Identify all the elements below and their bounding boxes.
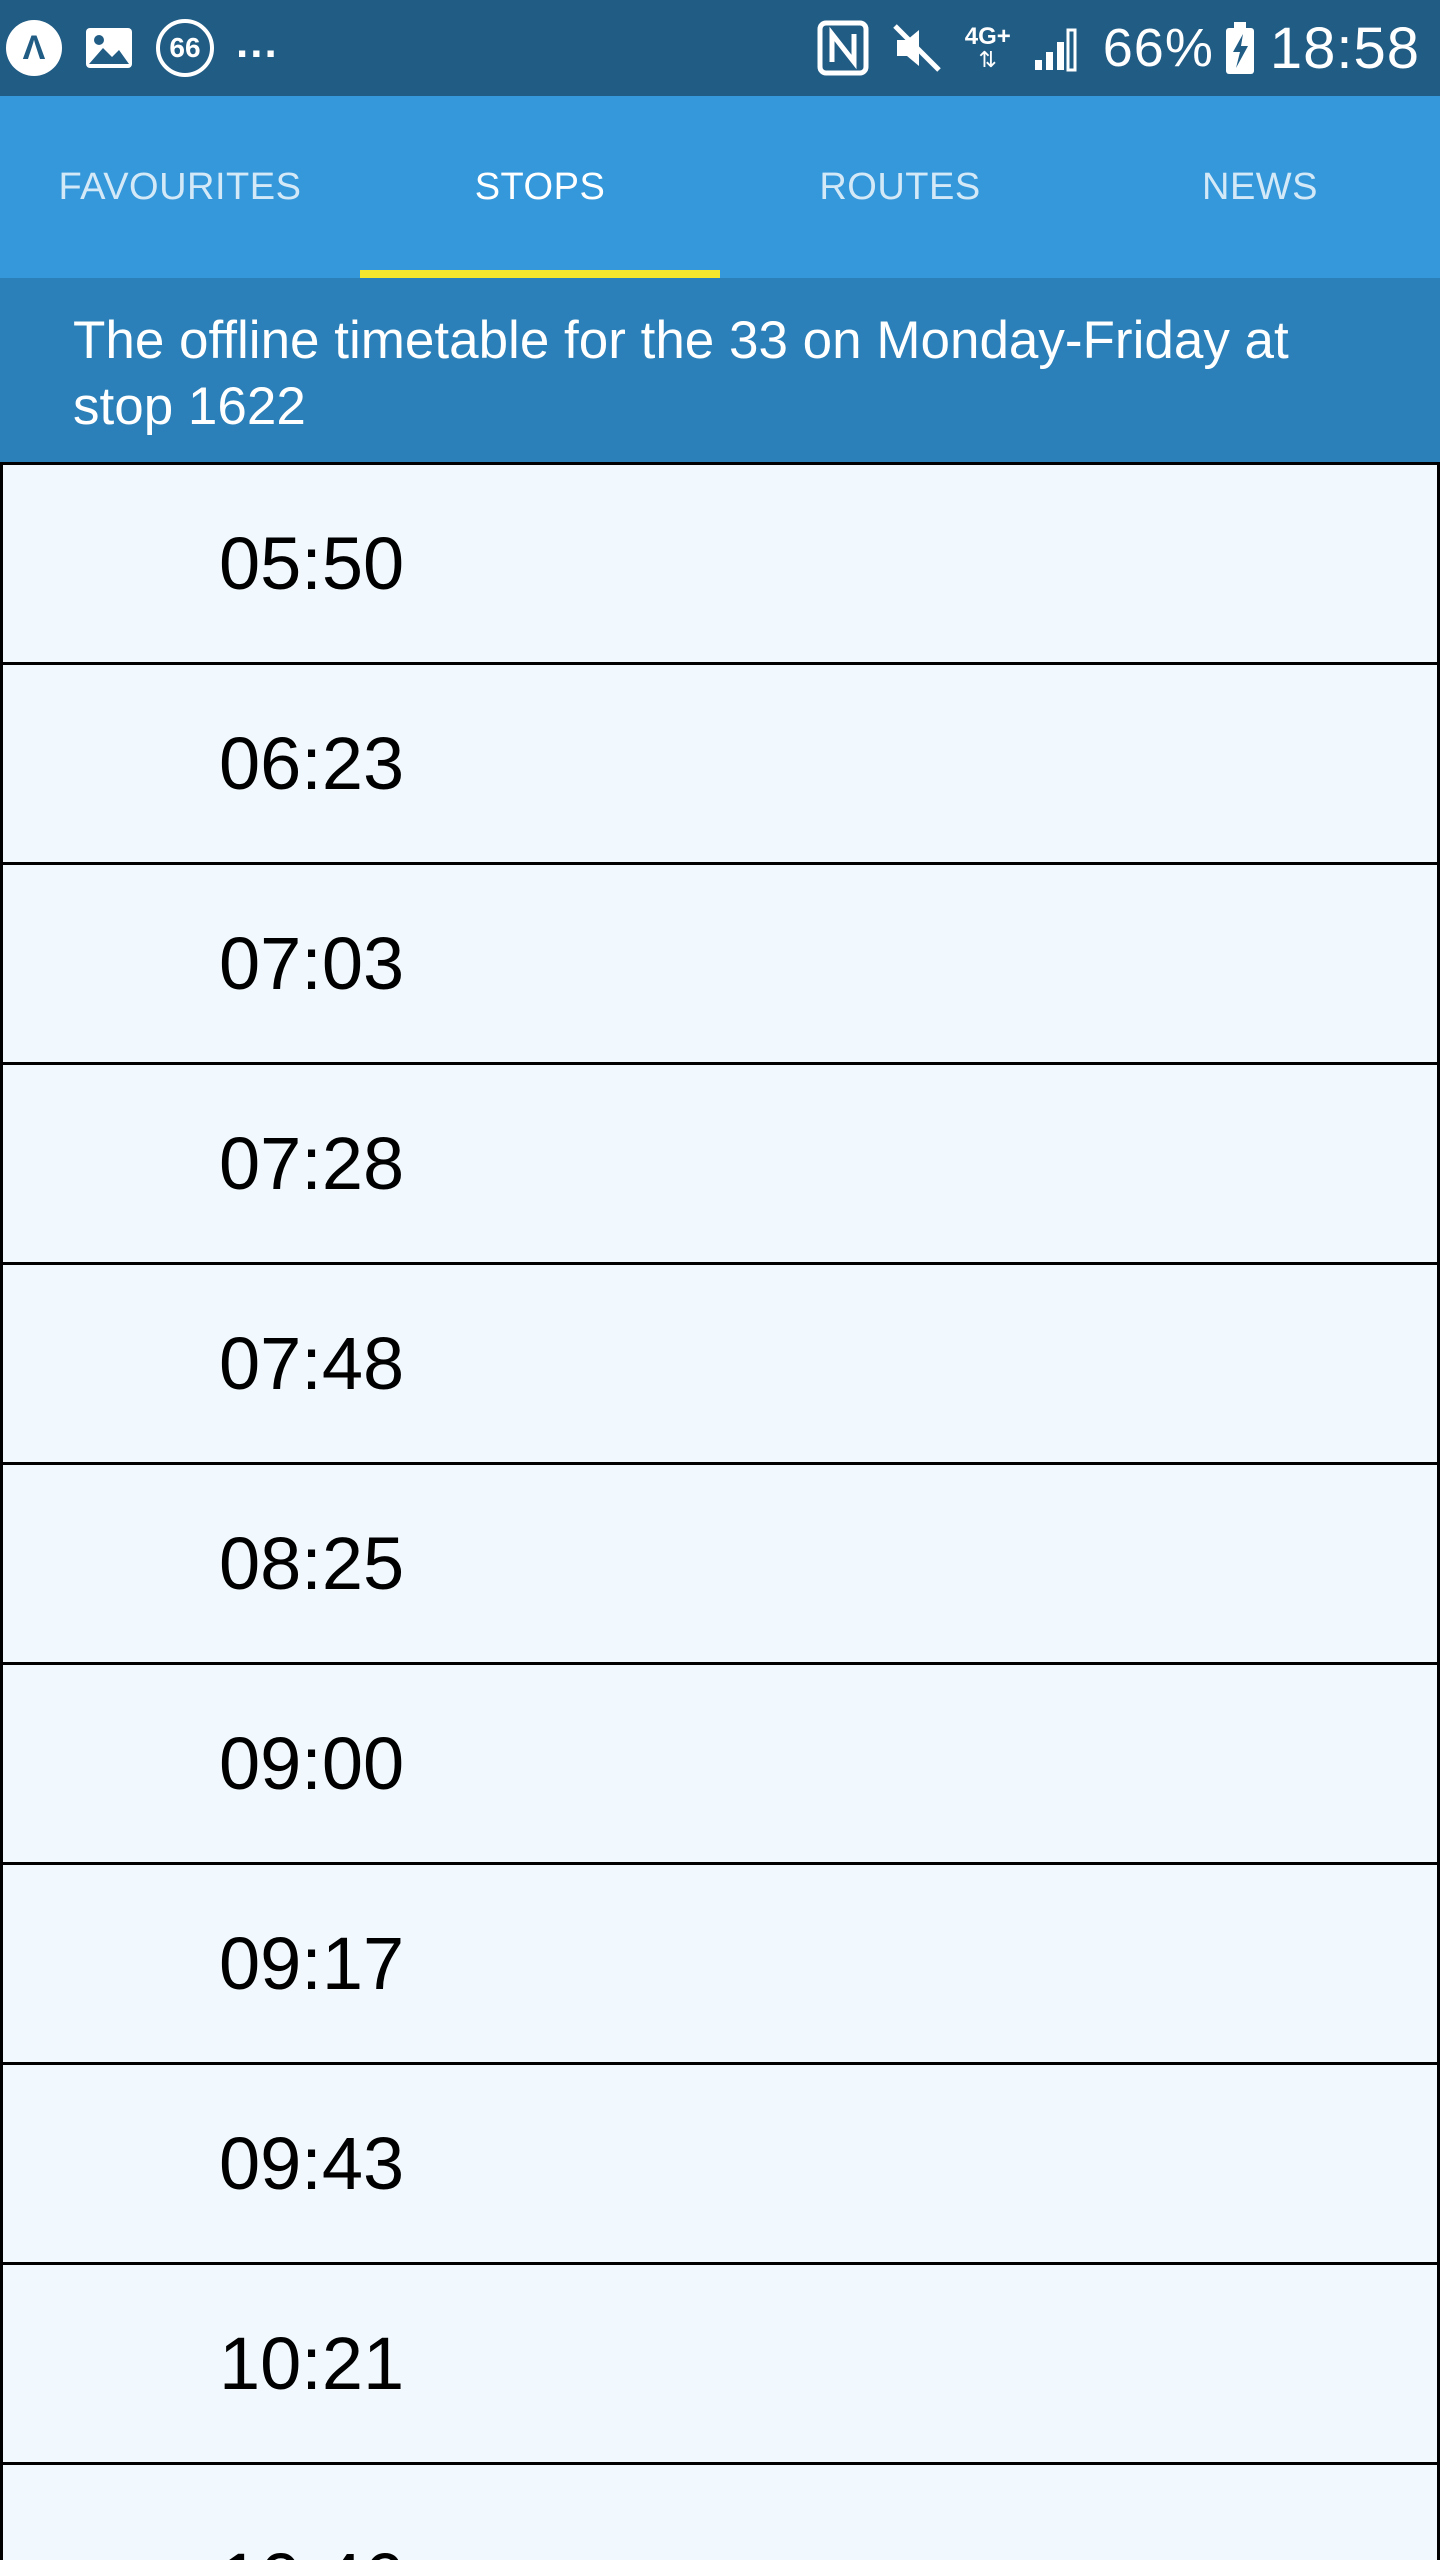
gallery-icon xyxy=(86,28,132,68)
app-logo-icon: Λ xyxy=(6,20,62,76)
signal-icon xyxy=(1034,28,1077,72)
tab-label: ROUTES xyxy=(819,165,981,208)
tab-news[interactable]: NEWS xyxy=(1080,96,1440,278)
active-tab-indicator xyxy=(360,270,720,278)
departure-time: 10:21 xyxy=(219,2322,405,2405)
timetable-title: The offline timetable for the 33 on Mond… xyxy=(73,311,1289,436)
tab-routes[interactable]: ROUTES xyxy=(720,96,1080,278)
more-notifications: ... xyxy=(236,18,279,67)
status-bar: Λ 66 ... 4G+ ⇅ 66% 18:58 xyxy=(0,0,1440,96)
tab-stops[interactable]: STOPS xyxy=(360,96,720,278)
departure-time: 05:50 xyxy=(219,522,405,605)
notification-count-icon: 66 xyxy=(156,19,214,77)
tab-favourites[interactable]: FAVOURITES xyxy=(0,96,360,278)
timetable-row[interactable]: 07:48 xyxy=(0,1262,1440,1462)
tab-bar: FAVOURITES STOPS ROUTES NEWS xyxy=(0,96,1440,278)
mute-icon xyxy=(892,24,941,72)
battery-percent: 66% xyxy=(1102,18,1214,78)
departure-time: 09:00 xyxy=(219,1722,405,1805)
departure-time: 08:25 xyxy=(219,1522,405,1605)
departure-time: 09:17 xyxy=(219,1922,405,2005)
notification-count: 66 xyxy=(169,32,201,63)
timetable-row[interactable]: 09:43 xyxy=(0,2062,1440,2262)
departure-time: 07:28 xyxy=(219,1122,405,1205)
timetable-row[interactable]: 08:25 xyxy=(0,1462,1440,1662)
departure-time: 06:23 xyxy=(219,722,405,805)
tab-label: STOPS xyxy=(474,165,606,208)
timetable-row[interactable]: 09:00 xyxy=(0,1662,1440,1862)
timetable-row[interactable]: 10:21 xyxy=(0,2262,1440,2462)
tab-label: FAVOURITES xyxy=(58,165,302,208)
tab-label: NEWS xyxy=(1202,165,1318,208)
network-4g-icon: 4G+ ⇅ xyxy=(964,23,1011,72)
timetable-row[interactable]: 09:17 xyxy=(0,1862,1440,2062)
system-icons: 4G+ ⇅ 66% 18:58 xyxy=(795,14,1420,82)
clock: 18:58 xyxy=(1269,15,1420,81)
departure-time: 07:03 xyxy=(219,922,405,1005)
timetable-header: The offline timetable for the 33 on Mond… xyxy=(0,278,1440,462)
network-type: 4G+ xyxy=(964,23,1011,50)
notification-icons: Λ 66 ... xyxy=(6,18,279,78)
timetable-row[interactable]: 07:03 xyxy=(0,862,1440,1062)
departure-time: 09:43 xyxy=(219,2122,405,2205)
timetable-list[interactable]: 05:50 06:23 07:03 07:28 07:48 08:25 09:0… xyxy=(0,462,1440,2560)
nfc-icon xyxy=(817,20,869,76)
timetable-row[interactable]: 10:46 xyxy=(0,2462,1440,2560)
timetable-row[interactable]: 05:50 xyxy=(0,462,1440,662)
timetable-row[interactable]: 07:28 xyxy=(0,1062,1440,1262)
timetable-row[interactable]: 06:23 xyxy=(0,662,1440,862)
departure-time: 07:48 xyxy=(219,1322,405,1405)
battery-charging-icon xyxy=(1225,22,1254,74)
departure-time: 10:46 xyxy=(219,2537,404,2560)
